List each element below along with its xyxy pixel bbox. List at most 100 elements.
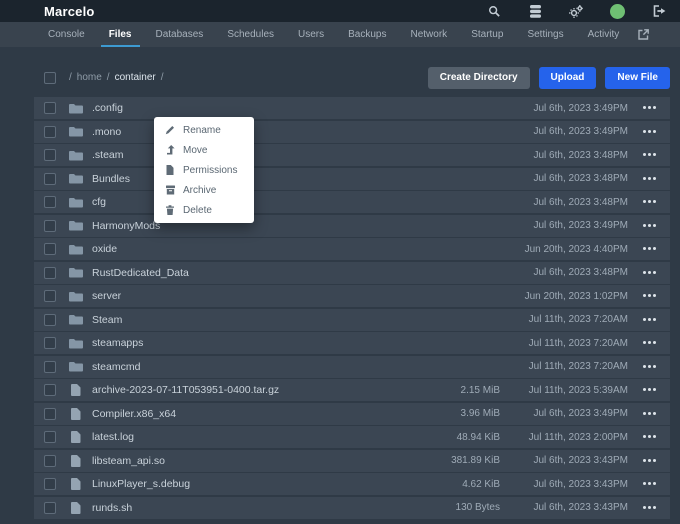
file-name[interactable]: .config xyxy=(92,102,405,114)
menu-item-label: Delete xyxy=(183,204,212,216)
row-checkbox[interactable] xyxy=(44,431,56,443)
row-actions-button[interactable] xyxy=(628,428,670,446)
row-checkbox[interactable] xyxy=(44,478,56,490)
tab-users[interactable]: Users xyxy=(290,22,332,47)
server-panel-window: Marcelo Console Files Databases Schedule… xyxy=(0,0,680,524)
row-checkbox[interactable] xyxy=(44,219,56,232)
row-actions-button[interactable] xyxy=(628,381,670,399)
row-actions-button[interactable] xyxy=(628,475,670,493)
row-checkbox[interactable] xyxy=(44,172,56,185)
tab-activity[interactable]: Activity xyxy=(580,22,628,47)
create-directory-button[interactable]: Create Directory xyxy=(427,66,530,89)
row-checkbox[interactable] xyxy=(44,337,56,349)
table-row[interactable]: steamapps Jul 11th, 2023 7:20AM xyxy=(34,332,670,354)
table-row[interactable]: runds.sh 130 Bytes Jul 6th, 2023 3:43PM xyxy=(34,496,670,519)
file-name[interactable]: RustDedicated_Data xyxy=(92,267,405,279)
row-actions-button[interactable] xyxy=(628,240,670,258)
row-checkbox[interactable] xyxy=(44,384,56,396)
menu-item-rename[interactable]: Rename xyxy=(154,120,254,140)
table-row[interactable]: .mono Jul 6th, 2023 3:49PM xyxy=(34,120,670,143)
file-icon xyxy=(68,407,84,420)
table-row[interactable]: Bundles Jul 6th, 2023 3:48PM xyxy=(34,167,670,190)
file-modified: Jul 6th, 2023 3:43PM xyxy=(533,455,628,466)
file-name[interactable]: libsteam_api.so xyxy=(92,455,405,467)
row-actions-button[interactable] xyxy=(628,170,670,188)
menu-item-move[interactable]: Move xyxy=(154,140,254,160)
file-name[interactable]: runds.sh xyxy=(92,502,405,514)
table-row[interactable]: .steam Jul 6th, 2023 3:48PM xyxy=(34,144,670,166)
cogs-icon[interactable] xyxy=(569,4,583,18)
file-name[interactable]: Steam xyxy=(92,314,405,326)
table-row[interactable]: RustDedicated_Data Jul 6th, 2023 3:48PM xyxy=(34,261,670,284)
pencil-icon xyxy=(165,125,175,135)
row-actions-button[interactable] xyxy=(628,123,670,141)
row-checkbox[interactable] xyxy=(44,454,56,467)
file-name[interactable]: oxide xyxy=(92,243,405,255)
table-row[interactable]: steamcmd Jul 11th, 2023 7:20AM xyxy=(34,355,670,378)
menu-item-permissions[interactable]: Permissions xyxy=(154,160,254,180)
database-icon[interactable] xyxy=(528,4,542,18)
external-link-icon[interactable] xyxy=(638,22,650,47)
search-icon[interactable] xyxy=(487,4,501,18)
row-actions-button[interactable] xyxy=(628,311,670,329)
file-name[interactable]: latest.log xyxy=(92,431,405,443)
avatar[interactable] xyxy=(610,3,625,19)
row-checkbox[interactable] xyxy=(44,290,56,302)
row-checkbox[interactable] xyxy=(44,407,56,420)
row-actions-button[interactable] xyxy=(628,287,670,305)
row-checkbox[interactable] xyxy=(44,313,56,326)
row-checkbox[interactable] xyxy=(44,266,56,279)
row-checkbox[interactable] xyxy=(44,125,56,138)
table-row[interactable]: Steam Jul 11th, 2023 7:20AM xyxy=(34,308,670,331)
table-row[interactable]: oxide Jun 20th, 2023 4:40PM xyxy=(34,238,670,260)
breadcrumb-item[interactable]: home xyxy=(77,72,102,83)
row-actions-button[interactable] xyxy=(628,217,670,235)
table-row[interactable]: archive-2023-07-11T053951-0400.tar.gz 2.1… xyxy=(34,379,670,401)
tab-startup[interactable]: Startup xyxy=(463,22,511,47)
file-name[interactable]: archive-2023-07-11T053951-0400.tar.gz xyxy=(92,384,405,396)
tab-backups[interactable]: Backups xyxy=(340,22,394,47)
row-actions-button[interactable] xyxy=(628,264,670,282)
row-checkbox[interactable] xyxy=(44,501,56,514)
tab-network[interactable]: Network xyxy=(403,22,456,47)
file-name[interactable]: Compiler.x86_x64 xyxy=(92,408,405,420)
row-actions-button[interactable] xyxy=(628,334,670,352)
file-name[interactable]: steamapps xyxy=(92,337,405,349)
table-row[interactable]: HarmonyMods Jul 6th, 2023 3:49PM xyxy=(34,214,670,237)
row-actions-button[interactable] xyxy=(628,452,670,470)
new-file-button[interactable]: New File xyxy=(605,66,670,89)
table-row[interactable]: LinuxPlayer_s.debug 4.62 KiB Jul 6th, 2023… xyxy=(34,473,670,495)
upload-button[interactable]: Upload xyxy=(538,66,597,89)
menu-item-archive[interactable]: Archive xyxy=(154,180,254,200)
row-actions-button[interactable] xyxy=(628,358,670,376)
file-name[interactable]: steamcmd xyxy=(92,361,405,373)
tab-files[interactable]: Files xyxy=(100,22,140,47)
file-name[interactable]: server xyxy=(92,290,405,302)
row-checkbox[interactable] xyxy=(44,149,56,161)
tab-console[interactable]: Console xyxy=(40,22,93,47)
row-checkbox[interactable] xyxy=(44,243,56,255)
table-row[interactable]: latest.log 48.94 KiB Jul 11th, 2023 2:00PM xyxy=(34,426,670,448)
table-row[interactable]: libsteam_api.so 381.89 KiB Jul 6th, 2023 3… xyxy=(34,449,670,472)
row-actions-button[interactable] xyxy=(628,99,670,117)
table-row[interactable]: server Jun 20th, 2023 1:02PM xyxy=(34,285,670,307)
tab-settings[interactable]: Settings xyxy=(519,22,571,47)
logout-icon[interactable] xyxy=(652,4,666,18)
table-row[interactable]: cfg Jul 6th, 2023 3:48PM xyxy=(34,191,670,213)
row-actions-button[interactable] xyxy=(628,193,670,211)
select-all-checkbox[interactable] xyxy=(44,71,56,84)
row-checkbox[interactable] xyxy=(44,360,56,373)
file-name[interactable]: LinuxPlayer_s.debug xyxy=(92,478,405,490)
tab-databases[interactable]: Databases xyxy=(148,22,212,47)
row-actions-button[interactable] xyxy=(628,405,670,423)
breadcrumb-item[interactable]: container xyxy=(115,72,156,83)
table-row[interactable]: Compiler.x86_x64 3.96 MiB Jul 6th, 2023 3:… xyxy=(34,402,670,425)
table-row[interactable]: .config Jul 6th, 2023 3:49PM xyxy=(34,97,670,119)
tab-schedules[interactable]: Schedules xyxy=(219,22,282,47)
folder-icon xyxy=(68,220,84,231)
row-checkbox[interactable] xyxy=(44,196,56,208)
row-checkbox[interactable] xyxy=(44,102,56,114)
row-actions-button[interactable] xyxy=(628,146,670,164)
menu-item-delete[interactable]: Delete xyxy=(154,200,254,220)
row-actions-button[interactable] xyxy=(628,499,670,517)
